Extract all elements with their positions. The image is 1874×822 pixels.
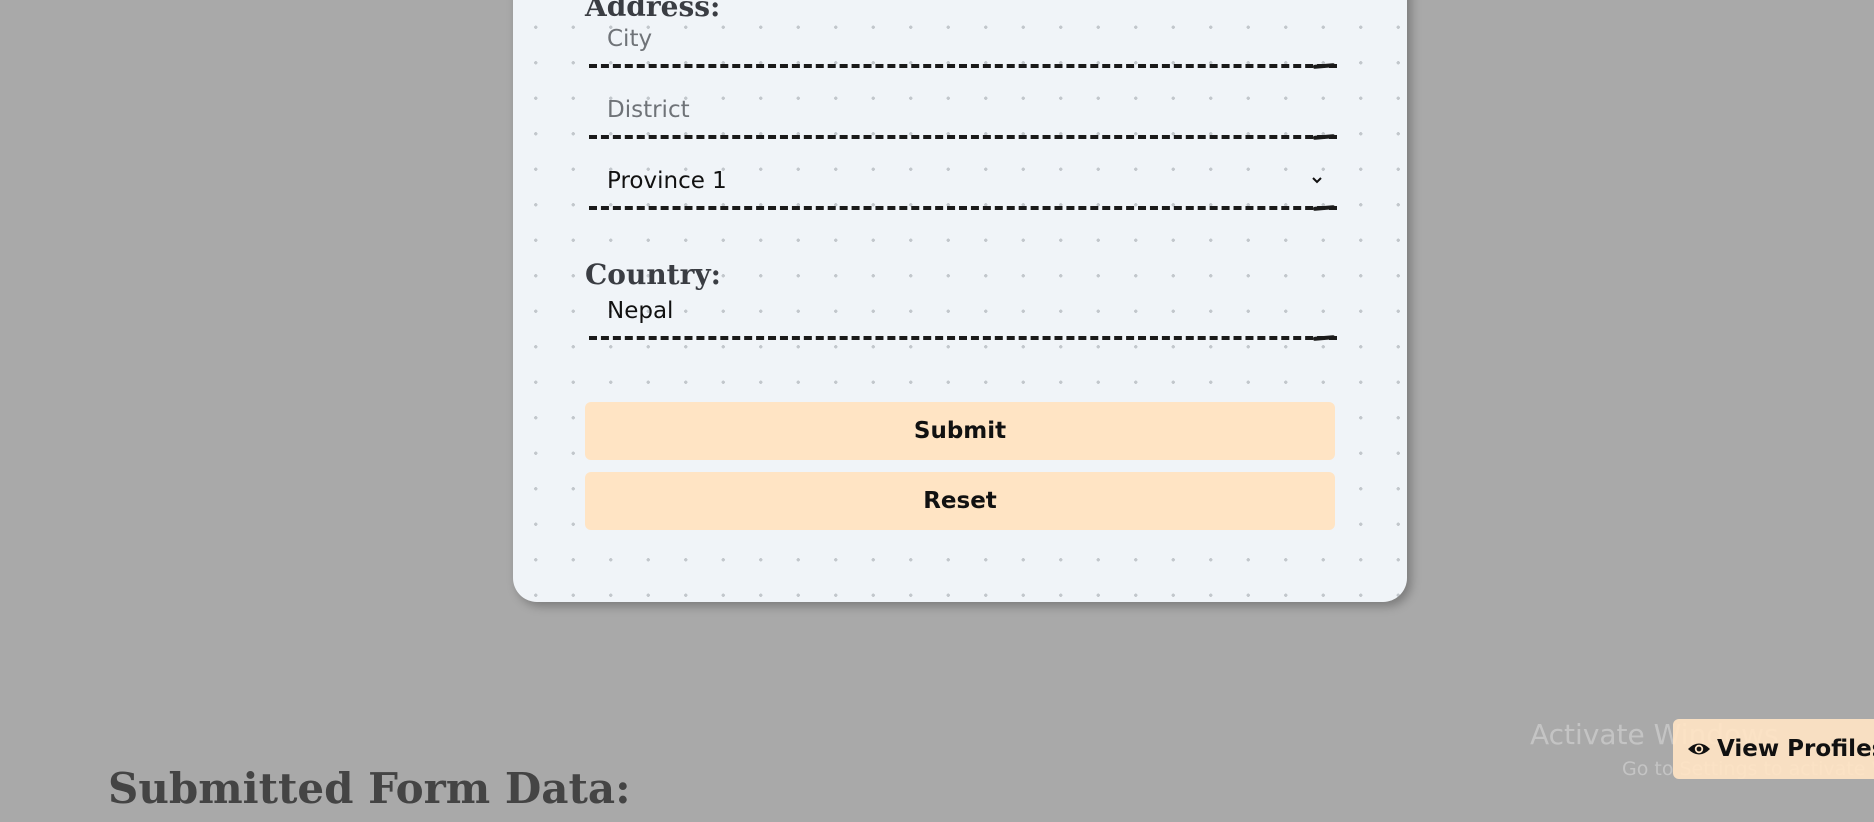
district-input[interactable] — [589, 85, 1337, 135]
reset-button[interactable]: Reset — [585, 472, 1335, 530]
city-field — [589, 14, 1337, 68]
province-select[interactable]: Province 1 — [589, 156, 1337, 210]
eye-icon — [1688, 743, 1710, 755]
city-input[interactable] — [589, 14, 1337, 64]
province-selected-value: Province 1 — [607, 168, 727, 194]
view-profiles-button[interactable]: View Profiles — [1673, 719, 1874, 779]
submitted-data-heading: Submitted Form Data: — [108, 764, 631, 813]
submit-button[interactable]: Submit — [585, 402, 1335, 460]
district-field — [589, 85, 1337, 139]
registration-form-card: Address: Province 1 Country: Submit Rese… — [513, 0, 1407, 602]
view-profiles-label: View Profiles — [1717, 736, 1874, 762]
country-input[interactable] — [589, 286, 1337, 336]
chevron-down-icon — [1312, 177, 1322, 184]
country-field — [589, 286, 1337, 340]
